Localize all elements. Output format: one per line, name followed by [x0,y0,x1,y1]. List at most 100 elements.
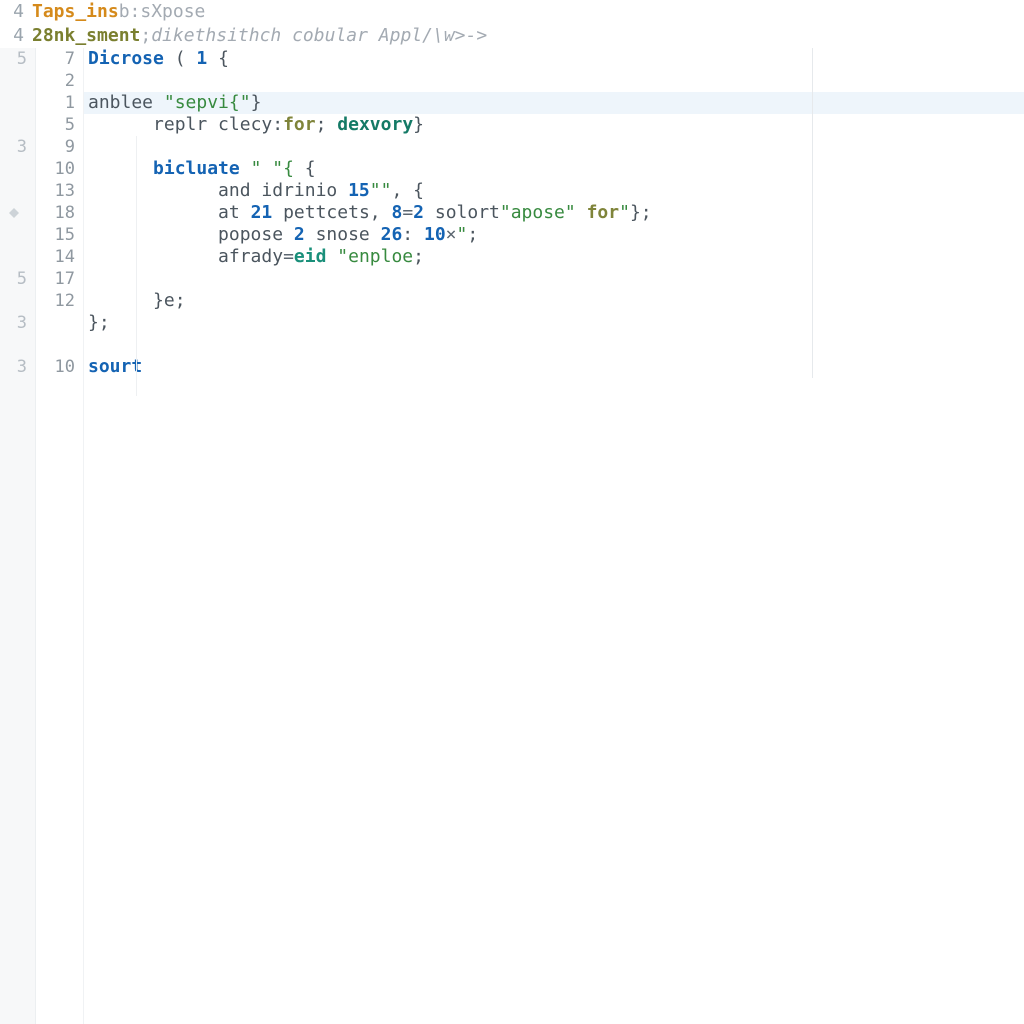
gutter-line-numbers[interactable]: 721591013181514171210 [36,48,84,1024]
line-number[interactable]: 7 [36,48,83,70]
line-number[interactable]: 2 [36,70,83,92]
code-token: replr clecy [153,114,272,135]
code-token: }; [88,312,110,333]
code-line[interactable]: anblee "sepvi{"} [84,92,1024,114]
code-token: snose [305,224,381,245]
line-number[interactable]: 10 [36,158,83,180]
indent-whitespace [88,246,218,267]
code-token: " [619,202,630,223]
code-token: popose [218,224,294,245]
code-token [381,202,392,223]
code-token: ; [316,114,327,135]
code-token: 21 [251,202,273,223]
fold-gutter-cell[interactable] [0,180,35,202]
code-line[interactable] [84,70,1024,92]
code-token: ; [467,224,478,245]
code-token: eid [294,246,327,267]
code-line[interactable]: }; [84,312,1024,334]
header-line-num: 4 [4,0,32,24]
code-line[interactable]: }e; [84,290,1024,312]
code-token [413,224,424,245]
code-token: sourt [88,356,142,377]
code-token: " "{ [251,158,294,179]
fold-gutter-cell[interactable]: 5 [0,48,35,70]
code-line[interactable]: popose 2 snose 26: 10×"; [84,224,1024,246]
header-token-orange: Taps_ins [32,0,119,24]
code-line[interactable]: bicluate " "{ { [84,158,1024,180]
code-line[interactable]: sourt [84,356,1024,378]
line-number[interactable]: 10 [36,356,83,378]
indent-whitespace [88,180,218,201]
code-token [326,246,337,267]
header-token-olive: 28nk_sment [32,24,140,48]
fold-gutter-cell[interactable] [0,70,35,92]
code-line[interactable]: replr clecy:for; dexvory} [84,114,1024,136]
fold-gutter-cell[interactable] [0,246,35,268]
fold-gutter-cell[interactable] [0,290,35,312]
indent-whitespace [88,114,153,135]
line-number[interactable] [36,312,83,334]
code-line[interactable]: Dicrose ( 1 { [84,48,1024,70]
line-number[interactable]: 18 [36,202,83,224]
code-line[interactable] [84,268,1024,290]
line-number[interactable]: 14 [36,246,83,268]
code-token: }e; [153,290,186,311]
code-column[interactable]: Dicrose ( 1 { anblee "sepvi{"} replr clec… [84,48,1024,1024]
fold-gutter-cell[interactable] [0,224,35,246]
code-token: "enploe [337,246,413,267]
line-number[interactable]: 1 [36,92,83,114]
line-number[interactable]: 9 [36,136,83,158]
code-token: dexvory [337,114,413,135]
header-row-1: 4 Taps_ins b:sXpose [4,0,1024,24]
code-token [186,48,197,69]
code-token: 2 [294,224,305,245]
indent-whitespace [88,158,153,179]
code-token [326,114,337,135]
fold-gutter-cell[interactable] [0,92,35,114]
code-token: 15 [348,180,370,201]
code-line[interactable]: afrady=eid "enploe; [84,246,1024,268]
code-area[interactable]: 53533 721591013181514171210 Dicrose ( 1 … [0,48,1024,1024]
line-number[interactable]: 13 [36,180,83,202]
code-token: 2 [413,202,424,223]
line-number[interactable]: 12 [36,290,83,312]
breakpoint-marker-icon[interactable] [0,202,36,224]
fold-gutter-cell[interactable] [0,114,35,136]
code-token [164,48,175,69]
code-token [207,48,218,69]
code-editor[interactable]: 4 Taps_ins b:sXpose 4 28nk_sment ; diket… [0,0,1024,1024]
code-token: at [218,202,251,223]
code-token: " [457,224,468,245]
code-token: and idrinio [218,180,348,201]
indent-whitespace [88,202,218,223]
fold-gutter-cell[interactable]: 3 [0,136,35,158]
line-number[interactable]: 15 [36,224,83,246]
fold-gutter-cell[interactable] [0,158,35,180]
code-token: { [218,48,229,69]
code-line[interactable]: and idrinio 15"", { [84,180,1024,202]
code-token: pettcets [272,202,370,223]
code-token: = [283,246,294,267]
fold-gutter-cell[interactable]: 5 [0,268,35,290]
code-token: = [402,202,413,223]
code-token: "sepvi{" [164,92,251,113]
header-token-gray-italic: dikethsithch cobular Appl/\w>-> [151,24,487,48]
code-token: , [370,202,381,223]
code-token [294,158,305,179]
indent-guide [136,136,137,396]
code-token: { [413,180,424,201]
line-number[interactable]: 17 [36,268,83,290]
fold-gutter-cell[interactable] [0,334,35,356]
code-line[interactable] [84,334,1024,356]
fold-gutter-cell[interactable]: 3 [0,356,35,378]
code-token: × [446,224,457,245]
line-number[interactable] [36,334,83,356]
fold-gutter-cell[interactable]: 3 [0,312,35,334]
gutter-fold-column[interactable]: 5 3 5 3 3 [0,48,36,1024]
code-token: anblee [88,92,164,113]
line-number[interactable]: 5 [36,114,83,136]
code-line[interactable]: at 21 pettcets, 8=2 solort"apose" for"}; [84,202,1024,224]
code-token: ( [175,48,186,69]
code-line[interactable] [84,136,1024,158]
code-token [240,158,251,179]
